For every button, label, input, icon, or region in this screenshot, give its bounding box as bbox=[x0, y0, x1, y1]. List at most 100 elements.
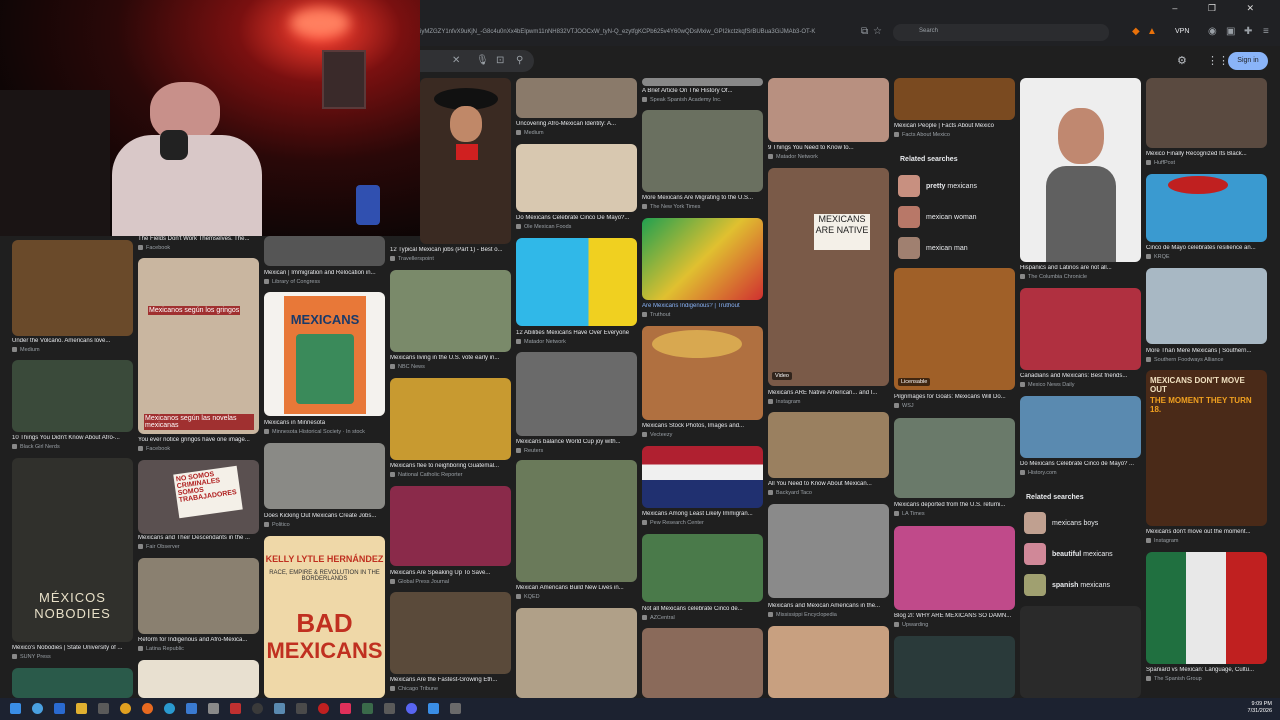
related-thumb[interactable] bbox=[898, 175, 920, 197]
image-tile[interactable]: KELLY LYTLE HERNÁNDEZ RACE, EMPIRE & REV… bbox=[264, 536, 385, 698]
google-search-box[interactable]: ✕ 🎙 ⊡ ⚲ bbox=[420, 50, 534, 72]
image-tile[interactable] bbox=[642, 326, 763, 420]
address-bar[interactable]: iyMZGZY1nfvX9uKjN_-G8c4u0nXx4bElpwm11nNH… bbox=[420, 24, 882, 41]
image-tile[interactable] bbox=[138, 660, 259, 698]
image-tile[interactable] bbox=[642, 628, 763, 698]
brave-icon[interactable] bbox=[142, 703, 153, 714]
image-tile[interactable] bbox=[516, 238, 637, 326]
apps-grid-icon[interactable]: ⋮⋮ bbox=[1207, 54, 1229, 67]
clear-icon[interactable]: ✕ bbox=[452, 55, 460, 66]
image-caption[interactable]: All You Need to Know About Mexican... bbox=[768, 481, 889, 487]
image-caption[interactable]: Mexicans living in the U.S. vote early i… bbox=[390, 355, 511, 361]
image-tile[interactable] bbox=[768, 78, 889, 142]
image-tile[interactable] bbox=[768, 412, 889, 478]
app-icon[interactable] bbox=[340, 703, 351, 714]
image-caption[interactable]: Do Mexicans Celebrate Cinco De Mayo?... bbox=[516, 215, 637, 221]
rewards-icon[interactable]: ▲ bbox=[1147, 26, 1157, 37]
related-search-pretty-mexicans[interactable]: pretty mexicans bbox=[926, 183, 977, 190]
image-caption[interactable]: Mexicans Stock Photos, Images and... bbox=[642, 423, 763, 429]
image-tile[interactable] bbox=[1146, 268, 1267, 344]
start-icon[interactable] bbox=[10, 703, 21, 714]
app-icon[interactable] bbox=[428, 703, 439, 714]
profile-icon[interactable]: ◉ bbox=[1208, 26, 1217, 37]
image-tile[interactable]: Mexicanos según los gringos Mexicanos se… bbox=[138, 258, 259, 434]
app-icon[interactable] bbox=[98, 703, 109, 714]
image-tile[interactable] bbox=[390, 486, 511, 566]
image-tile[interactable] bbox=[1020, 396, 1141, 458]
app-icon[interactable] bbox=[230, 703, 241, 714]
image-caption[interactable]: Mexicans ARE Native American... and I... bbox=[768, 390, 889, 396]
app-icon[interactable] bbox=[318, 703, 329, 714]
app-icon[interactable] bbox=[208, 703, 219, 714]
image-tile[interactable] bbox=[390, 592, 511, 674]
image-tile[interactable] bbox=[516, 608, 637, 698]
image-tile[interactable] bbox=[1020, 288, 1141, 370]
image-caption[interactable]: The Fields Don't Work Themselves. The... bbox=[138, 236, 259, 242]
discord-icon[interactable] bbox=[406, 703, 417, 714]
related-thumb[interactable] bbox=[1024, 574, 1046, 596]
image-tile[interactable] bbox=[894, 636, 1015, 698]
image-tile[interactable] bbox=[1146, 174, 1267, 242]
image-tile[interactable]: MEXICANS DON'T MOVE OUT THE MOMENT THEY … bbox=[1146, 370, 1267, 526]
vpn-button[interactable]: VPN bbox=[1175, 28, 1189, 35]
image-caption[interactable]: Cinco de Mayo celebrates resilience an..… bbox=[1146, 245, 1267, 251]
image-tile[interactable] bbox=[390, 378, 511, 460]
image-tile[interactable] bbox=[768, 626, 889, 698]
image-caption[interactable]: Hispanics and Latinos are not all... bbox=[1020, 265, 1141, 271]
chrome-icon[interactable] bbox=[120, 703, 131, 714]
image-tile[interactable]: Licensable bbox=[894, 268, 1015, 390]
image-caption[interactable]: 9 Things You Need to Know to... bbox=[768, 145, 889, 151]
image-caption[interactable]: Mexicans Are Speaking Up To Save... bbox=[390, 570, 511, 576]
image-caption[interactable]: Mexicans in Minnesota bbox=[264, 420, 385, 426]
image-caption[interactable]: Does Kicking Out Mexicans Create Jobs... bbox=[264, 513, 385, 519]
image-caption[interactable]: Mexican | Immigration and Relocation in.… bbox=[264, 270, 385, 276]
image-caption[interactable]: Mexican People | Facts About Mexico bbox=[894, 123, 1015, 129]
image-tile[interactable] bbox=[642, 78, 763, 86]
image-tile[interactable] bbox=[516, 352, 637, 436]
image-tile[interactable] bbox=[138, 558, 259, 634]
related-thumb[interactable] bbox=[898, 237, 920, 259]
image-caption[interactable]: 10 Things You Didn't Know About Afro-... bbox=[12, 435, 133, 441]
system-clock[interactable]: 9:09 PM 7/31/2026 bbox=[1248, 701, 1272, 715]
image-caption[interactable]: A Brief Article On The History Of... bbox=[642, 88, 763, 94]
related-search-mexicans-boys[interactable]: mexicans boys bbox=[1052, 520, 1098, 527]
related-search-mexican-woman[interactable]: mexican woman bbox=[926, 214, 977, 221]
image-tile[interactable] bbox=[264, 236, 385, 266]
obs-icon[interactable] bbox=[252, 703, 263, 714]
wallet-icon[interactable]: ▣ bbox=[1226, 26, 1235, 37]
image-tile[interactable] bbox=[894, 526, 1015, 610]
image-caption[interactable]: Spaniard vs Mexican: Language, Cultu... bbox=[1146, 667, 1267, 673]
related-thumb[interactable] bbox=[898, 206, 920, 228]
bookmark-star-icon[interactable]: ☆ bbox=[873, 26, 882, 37]
image-caption[interactable]: Mexicans flee to neighboring Guatemal... bbox=[390, 463, 511, 469]
menu-icon[interactable]: ≡ bbox=[1263, 26, 1269, 37]
app-icon[interactable] bbox=[32, 703, 43, 714]
image-caption[interactable]: Mexicans and Their Descendants in the ..… bbox=[138, 535, 259, 541]
image-caption[interactable]: Under the Volcano. Americans love... bbox=[12, 338, 133, 344]
file-explorer-icon[interactable] bbox=[76, 703, 87, 714]
image-caption[interactable]: Mexicans Among Least Likely Immigran... bbox=[642, 511, 763, 517]
image-tile[interactable] bbox=[12, 668, 133, 698]
image-caption[interactable]: Blog 2I: WHY ARE MEXICANS SO DAMN... bbox=[894, 613, 1015, 619]
image-caption[interactable]: Reform for Indigenous and Afro-Mexica... bbox=[138, 637, 259, 643]
image-tile[interactable] bbox=[1146, 552, 1267, 664]
image-tile[interactable] bbox=[516, 144, 637, 212]
image-tile[interactable]: NO SOMOS CRIMINALES SOMOS TRABAJADORES bbox=[138, 460, 259, 534]
image-caption[interactable]: Canadians and Mexicans: Best friends... bbox=[1020, 373, 1141, 379]
app-icon[interactable] bbox=[362, 703, 373, 714]
image-caption[interactable]: Do Mexicans Celebrate Cinco de Mayo? ... bbox=[1020, 461, 1141, 467]
image-caption[interactable]: More Than Mere Mexicans | Southern... bbox=[1146, 348, 1267, 354]
image-caption[interactable]: You ever notice gringos have one image..… bbox=[138, 437, 259, 443]
image-tile[interactable] bbox=[12, 240, 133, 336]
app-icon[interactable] bbox=[384, 703, 395, 714]
image-tile[interactable]: MEXICANS ARE NATIVE Video bbox=[768, 168, 889, 386]
image-caption[interactable]: Are Mexicans Indigenous? | Truthout bbox=[642, 303, 763, 309]
image-caption[interactable]: Uncovering Afro-Mexican Identity: A... bbox=[516, 121, 637, 127]
image-tile[interactable] bbox=[420, 78, 511, 244]
image-caption[interactable]: Mexicans and Mexican Americans in the... bbox=[768, 603, 889, 609]
image-tile[interactable] bbox=[768, 504, 889, 598]
image-tile[interactable] bbox=[516, 78, 637, 118]
extensions-icon[interactable]: ✚ bbox=[1244, 26, 1252, 37]
image-caption[interactable]: 12 Typical Mexican jobs (Part 1) - Best … bbox=[390, 247, 511, 253]
image-tile[interactable] bbox=[1020, 606, 1141, 698]
